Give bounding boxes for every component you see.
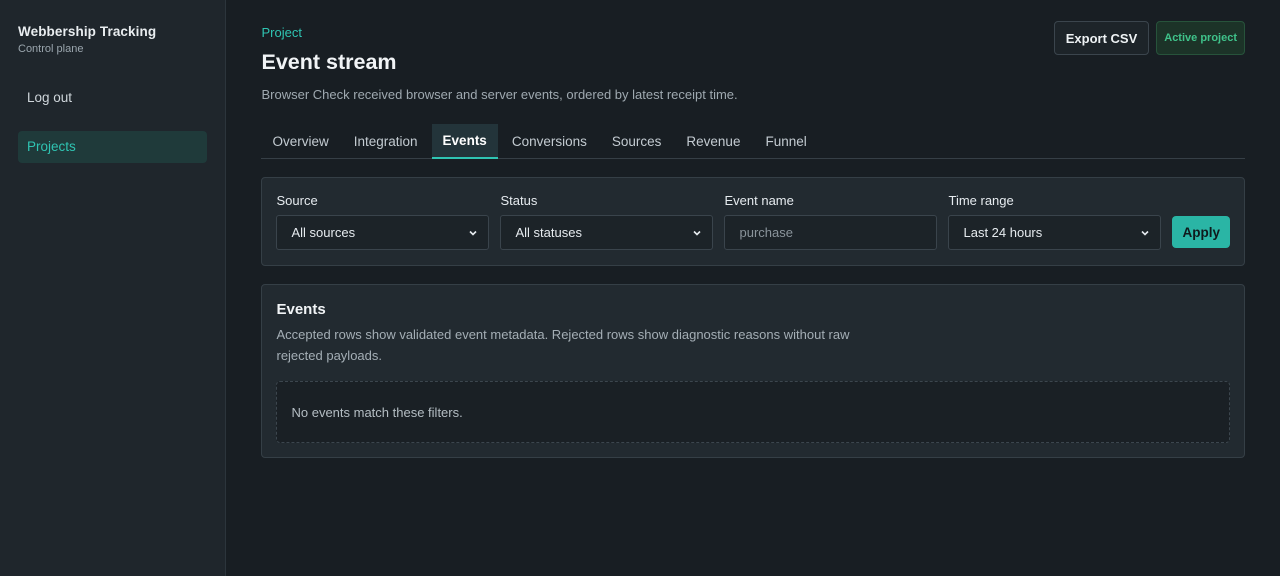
tab-events[interactable]: Events	[431, 124, 498, 159]
status-label: Status	[500, 193, 538, 208]
export-csv-button[interactable]: Export CSV	[1053, 21, 1150, 55]
tab-funnel[interactable]: Funnel	[754, 124, 817, 159]
chevron-down-icon	[469, 230, 478, 236]
empty-state: No events match these filters.	[276, 381, 1230, 443]
sidebar: Webbership Tracking Control plane Log ou…	[0, 0, 227, 576]
event-name-label: Event name	[724, 193, 794, 208]
brand-subtitle: Control plane	[18, 43, 84, 55]
events-description: Accepted rows show validated event metad…	[276, 327, 850, 363]
logout-link[interactable]: Log out	[18, 82, 207, 113]
main-content: Project Event stream Browser Check recei…	[226, 0, 1280, 576]
source-label: Source	[276, 193, 318, 208]
tab-revenue[interactable]: Revenue	[675, 124, 751, 159]
events-panel: Events Accepted rows show validated even…	[261, 284, 1245, 458]
time-range-select[interactable]: Last 24 hours	[948, 215, 1162, 250]
event-name-field: Event name purchase	[724, 193, 938, 250]
tab-sources[interactable]: Sources	[601, 124, 673, 159]
source-select-value: All sources	[291, 225, 356, 240]
app-root: Webbership Tracking Control plane Log ou…	[0, 0, 1280, 576]
status-select-value: All statuses	[515, 225, 582, 240]
tab-bar: Overview Integration Events Conversions …	[261, 124, 1245, 159]
sidebar-item-projects[interactable]: Projects	[18, 131, 208, 163]
chevron-down-icon	[693, 230, 702, 236]
chevron-down-icon	[1141, 230, 1150, 236]
source-field: Source All sources	[276, 193, 490, 250]
events-title: Events	[276, 301, 326, 318]
brand-title: Webbership Tracking	[18, 24, 157, 39]
event-name-input[interactable]: purchase	[724, 215, 938, 250]
time-range-label: Time range	[948, 193, 1014, 208]
apply-button[interactable]: Apply	[1172, 216, 1230, 248]
filters-panel: Source All sources Status All statuses E…	[261, 177, 1245, 266]
status-select[interactable]: All statuses	[500, 215, 714, 250]
event-name-placeholder: purchase	[739, 225, 793, 240]
top-actions: Export CSV Active project	[1053, 21, 1245, 55]
tab-overview[interactable]: Overview	[261, 124, 339, 159]
time-range-field: Time range Last 24 hours	[948, 193, 1162, 250]
source-select[interactable]: All sources	[276, 215, 490, 250]
tab-conversions[interactable]: Conversions	[501, 124, 598, 159]
tab-integration[interactable]: Integration	[343, 124, 429, 159]
status-badge: Active project	[1156, 21, 1245, 55]
page-description: Browser Check received browser and serve…	[261, 87, 738, 102]
status-field: Status All statuses	[500, 193, 714, 250]
time-range-select-value: Last 24 hours	[963, 225, 1043, 240]
